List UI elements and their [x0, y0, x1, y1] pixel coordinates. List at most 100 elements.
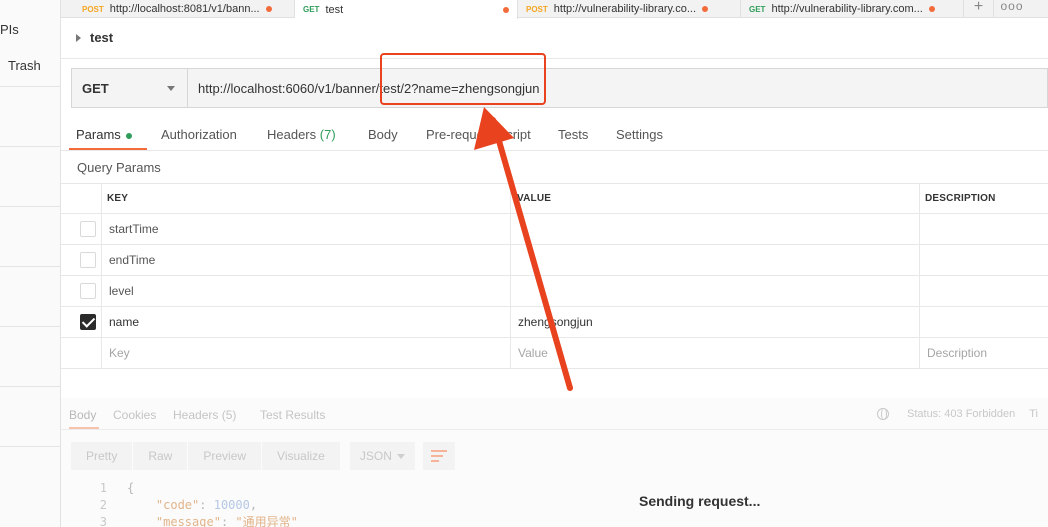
- param-value[interactable]: zhengsongjun: [518, 307, 593, 337]
- tab-settings[interactable]: Settings: [616, 127, 663, 142]
- url-input[interactable]: http://localhost:6060/v1/banner/test/2?n…: [188, 69, 1047, 107]
- sidebar-divider: [0, 206, 61, 207]
- request-tabs: Params Authorization Headers (7) Body Pr…: [61, 118, 1048, 150]
- method-value: GET: [82, 80, 109, 96]
- column-header-description: DESCRIPTION: [925, 193, 996, 204]
- divider: [61, 150, 1048, 151]
- sidebar-divider: [0, 326, 61, 327]
- code-token: "code": [155, 498, 200, 512]
- request-title[interactable]: test: [76, 30, 113, 45]
- table-row-new: Key Value Description: [61, 338, 1048, 369]
- unsaved-dot-icon: [702, 6, 709, 12]
- more-icon[interactable]: ooo: [997, 0, 1027, 18]
- code-token: "message": [155, 515, 221, 527]
- request-tab[interactable]: GET http://vulnerability-library.com...: [741, 0, 964, 18]
- sidebar-divider: [0, 446, 61, 447]
- tab-prerequest-script[interactable]: Pre-request Script: [426, 127, 531, 142]
- active-tab-indicator: [69, 427, 99, 429]
- sending-request-label: Sending request...: [639, 493, 761, 509]
- request-name: test: [90, 30, 114, 45]
- status-time: Ti: [1029, 408, 1039, 420]
- response-tab-headers-label: Headers: [173, 408, 219, 422]
- tab-headers-label: Headers: [267, 127, 317, 142]
- sidebar-apis-label[interactable]: PIs: [0, 22, 19, 37]
- tab-method: POST: [82, 4, 104, 14]
- code-token: {: [127, 481, 135, 495]
- table-row: level: [61, 276, 1048, 307]
- table-row: endTime: [61, 245, 1048, 276]
- request-tab-active[interactable]: GET test: [295, 0, 518, 19]
- tab-headers[interactable]: Headers (7): [267, 127, 336, 142]
- visualize-button[interactable]: Visualize: [262, 442, 340, 470]
- divider: [61, 58, 1048, 59]
- format-select-value: JSON: [359, 449, 392, 463]
- status-text: Status: 403 Forbidden: [907, 408, 1016, 420]
- tab-method: POST: [526, 4, 548, 14]
- raw-button[interactable]: Raw: [133, 442, 188, 470]
- param-key[interactable]: name: [109, 307, 139, 337]
- unsaved-dot-icon: [265, 6, 272, 12]
- sidebar: PIs Trash: [0, 0, 61, 527]
- headers-count: (7): [319, 127, 336, 142]
- sidebar-divider: [0, 386, 61, 387]
- param-key[interactable]: endTime: [109, 245, 155, 275]
- new-description-input[interactable]: Description: [927, 338, 987, 368]
- response-tab-headers[interactable]: Headers (5): [173, 408, 236, 422]
- response-status: Status: 403 Forbidden Ti: [877, 408, 1038, 420]
- sidebar-trash-label[interactable]: Trash: [8, 58, 41, 73]
- tab-body[interactable]: Body: [368, 127, 398, 142]
- response-code: 1{ 2 "code": 10000, 3 "message": "通用异常": [91, 480, 298, 527]
- tab-params[interactable]: Params: [76, 127, 132, 142]
- request-tab[interactable]: POST http://vulnerability-library.co...: [518, 0, 741, 18]
- response-tab-cookies[interactable]: Cookies: [113, 408, 156, 422]
- format-select[interactable]: JSON: [349, 442, 415, 470]
- new-value-input[interactable]: Value: [518, 338, 548, 368]
- param-key[interactable]: startTime: [109, 214, 159, 244]
- response-headers-count: (5): [221, 408, 237, 422]
- method-select[interactable]: GET: [72, 69, 188, 107]
- chevron-down-icon: [396, 453, 405, 459]
- request-tab[interactable]: POST http://localhost:8081/v1/bann...: [74, 0, 295, 18]
- tab-authorization[interactable]: Authorization: [161, 127, 237, 142]
- tab-method: GET: [303, 5, 320, 14]
- checkbox[interactable]: [80, 221, 96, 237]
- table-header-row: KEY VALUE DESCRIPTION: [61, 183, 1048, 214]
- column-header-key: KEY: [107, 193, 129, 204]
- line-number: 1: [99, 481, 107, 495]
- annotation-highlight-box: [380, 53, 546, 105]
- line-number: 2: [99, 498, 107, 512]
- url-bar: GET http://localhost:6060/v1/banner/test…: [71, 68, 1048, 108]
- tab-params-label: Params: [76, 127, 121, 142]
- chevron-down-icon: [167, 85, 175, 91]
- param-key[interactable]: level: [109, 276, 134, 306]
- active-dot-icon: [125, 132, 132, 139]
- table-row: startTime: [61, 214, 1048, 245]
- preview-button[interactable]: Preview: [188, 442, 262, 470]
- tab-label: http://localhost:8081/v1/bann...: [109, 3, 260, 15]
- query-params-label: Query Params: [77, 160, 161, 175]
- checkbox[interactable]: [80, 283, 96, 299]
- checkbox-checked-icon[interactable]: [80, 314, 96, 330]
- response-tab-test-results[interactable]: Test Results: [260, 408, 325, 422]
- globe-icon[interactable]: [877, 408, 889, 420]
- code-token: "通用异常": [235, 515, 298, 527]
- wrap-lines-button[interactable]: [422, 442, 455, 470]
- checkbox[interactable]: [80, 252, 96, 268]
- tab-label: http://vulnerability-library.co...: [553, 3, 697, 15]
- pretty-button[interactable]: Pretty: [71, 442, 133, 470]
- caret-right-icon[interactable]: [76, 33, 81, 42]
- new-key-input[interactable]: Key: [109, 338, 130, 368]
- response-tab-body[interactable]: Body: [69, 408, 96, 422]
- plus-icon[interactable]: +: [964, 0, 994, 18]
- tab-label: test: [325, 3, 344, 16]
- format-toolbar: Pretty Raw Preview Visualize JSON: [71, 442, 455, 470]
- sidebar-divider: [0, 146, 61, 147]
- tab-label: http://vulnerability-library.com...: [771, 3, 923, 15]
- tab-method: GET: [749, 4, 766, 14]
- sidebar-divider: [0, 86, 61, 87]
- code-token: 10000: [213, 498, 250, 512]
- tab-tests[interactable]: Tests: [558, 127, 588, 142]
- table-row: name zhengsongjun: [61, 307, 1048, 338]
- response-pane: Body Cookies Headers (5) Test Results St…: [61, 398, 1048, 527]
- request-tab-strip: POST http://localhost:8081/v1/bann... GE…: [61, 0, 1048, 19]
